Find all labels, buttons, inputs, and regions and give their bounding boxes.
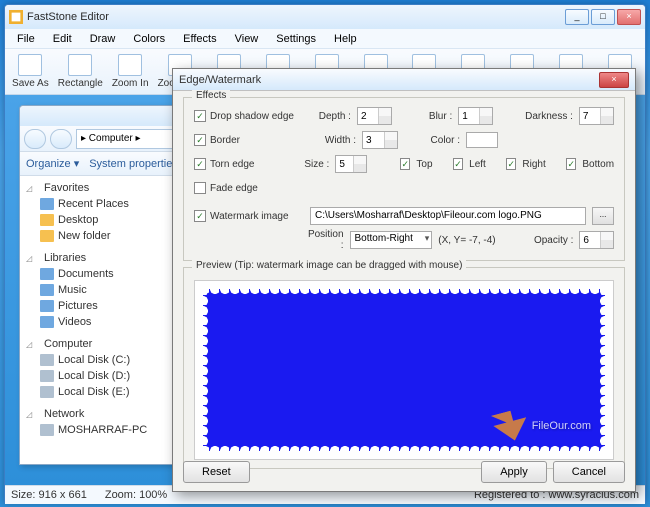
- drive-icon: [40, 354, 54, 366]
- position-label: Position :: [304, 229, 343, 251]
- menu-draw[interactable]: Draw: [82, 31, 124, 47]
- watermark-label: Watermark image: [210, 211, 289, 222]
- drive-icon: [40, 386, 54, 398]
- color-picker[interactable]: [466, 132, 498, 148]
- opacity-label: Opacity :: [520, 235, 573, 246]
- color-label: Color :: [404, 135, 460, 146]
- reset-button[interactable]: Reset: [183, 461, 250, 483]
- preview-area[interactable]: FileOur.com: [194, 280, 614, 460]
- blur-spinner[interactable]: 1: [458, 107, 493, 125]
- depth-label: Depth :: [306, 111, 351, 122]
- border-label: Border: [210, 135, 240, 146]
- music-icon: [40, 284, 54, 296]
- status-zoom: Zoom: 100%: [105, 489, 167, 501]
- browse-button[interactable]: ...: [592, 207, 614, 225]
- drop-shadow-label: Drop shadow edge: [210, 111, 294, 122]
- pictures-icon: [40, 300, 54, 312]
- preview-fieldset: Preview (Tip: watermark image can be dra…: [183, 267, 625, 469]
- blur-label: Blur :: [398, 111, 452, 122]
- menubar: File Edit Draw Colors Effects View Setti…: [5, 29, 645, 49]
- organize-button[interactable]: Organize ▾: [26, 157, 79, 170]
- torn-bottom-checkbox[interactable]: ✓: [566, 158, 576, 170]
- minimize-button[interactable]: _: [565, 9, 589, 25]
- torn-size-label: Size :: [291, 159, 329, 170]
- folder-icon: [40, 230, 54, 242]
- watermark-preview[interactable]: FileOur.com: [494, 411, 591, 441]
- torn-right-checkbox[interactable]: ✓: [506, 158, 516, 170]
- width-label: Width :: [310, 135, 356, 146]
- apply-button[interactable]: Apply: [481, 461, 547, 483]
- desktop-icon: [40, 214, 54, 226]
- app-icon: [9, 10, 23, 24]
- zoom-in-icon: [118, 54, 142, 76]
- download-arrow-icon: [490, 407, 531, 445]
- close-button[interactable]: ×: [617, 9, 641, 25]
- dialog-title: Edge/Watermark: [179, 74, 599, 86]
- menu-view[interactable]: View: [227, 31, 267, 47]
- menu-help[interactable]: Help: [326, 31, 365, 47]
- watermark-path-input[interactable]: C:\Users\Mosharraf\Desktop\Fileour.com l…: [310, 207, 586, 225]
- position-xy: (X, Y= -7, -4): [438, 235, 514, 246]
- pc-icon: [40, 424, 54, 436]
- darkness-label: Darkness :: [499, 111, 573, 122]
- position-combo[interactable]: Bottom-Right: [350, 231, 433, 249]
- menu-file[interactable]: File: [9, 31, 43, 47]
- torn-left-checkbox[interactable]: ✓: [453, 158, 463, 170]
- tool-zoom-in[interactable]: Zoom In: [109, 54, 152, 89]
- status-size: Size: 916 x 661: [11, 489, 87, 501]
- tool-rectangle[interactable]: Rectangle: [58, 54, 103, 89]
- dialog-titlebar: Edge/Watermark ×: [173, 69, 635, 91]
- titlebar: FastStone Editor _ □ ×: [5, 5, 645, 29]
- edge-watermark-dialog: Edge/Watermark × Effects ✓ Drop shadow e…: [172, 68, 636, 492]
- watermark-checkbox[interactable]: ✓: [194, 210, 206, 222]
- torn-label: Torn edge: [210, 159, 254, 170]
- menu-edit[interactable]: Edit: [45, 31, 80, 47]
- menu-effects[interactable]: Effects: [175, 31, 224, 47]
- menu-colors[interactable]: Colors: [125, 31, 173, 47]
- effects-fieldset: Effects ✓ Drop shadow edge Depth : 2 Blu…: [183, 97, 625, 261]
- rectangle-icon: [68, 54, 92, 76]
- nav-back-button[interactable]: [24, 129, 46, 149]
- system-properties-button[interactable]: System properties: [89, 158, 178, 170]
- fade-checkbox[interactable]: [194, 182, 206, 194]
- darkness-spinner[interactable]: 7: [579, 107, 614, 125]
- drop-shadow-checkbox[interactable]: ✓: [194, 110, 206, 122]
- recent-icon: [40, 198, 54, 210]
- cancel-button[interactable]: Cancel: [553, 461, 625, 483]
- documents-icon: [40, 268, 54, 280]
- torn-size-spinner[interactable]: 5: [335, 155, 366, 173]
- save-icon: [18, 54, 42, 76]
- window-title: FastStone Editor: [27, 11, 565, 23]
- width-spinner[interactable]: 3: [362, 131, 398, 149]
- fade-label: Fade edge: [210, 183, 258, 194]
- dialog-close-button[interactable]: ×: [599, 72, 629, 88]
- dialog-buttons: Reset Apply Cancel: [183, 461, 625, 483]
- maximize-button[interactable]: □: [591, 9, 615, 25]
- opacity-spinner[interactable]: 6: [579, 231, 614, 249]
- menu-settings[interactable]: Settings: [268, 31, 324, 47]
- torn-top-checkbox[interactable]: ✓: [400, 158, 410, 170]
- border-checkbox[interactable]: ✓: [194, 134, 206, 146]
- drive-icon: [40, 370, 54, 382]
- tool-save-as[interactable]: Save As: [9, 54, 52, 89]
- nav-fwd-button[interactable]: [50, 129, 72, 149]
- depth-spinner[interactable]: 2: [357, 107, 392, 125]
- effects-legend: Effects: [192, 90, 230, 101]
- torn-checkbox[interactable]: ✓: [194, 158, 206, 170]
- preview-legend: Preview (Tip: watermark image can be dra…: [192, 260, 466, 271]
- videos-icon: [40, 316, 54, 328]
